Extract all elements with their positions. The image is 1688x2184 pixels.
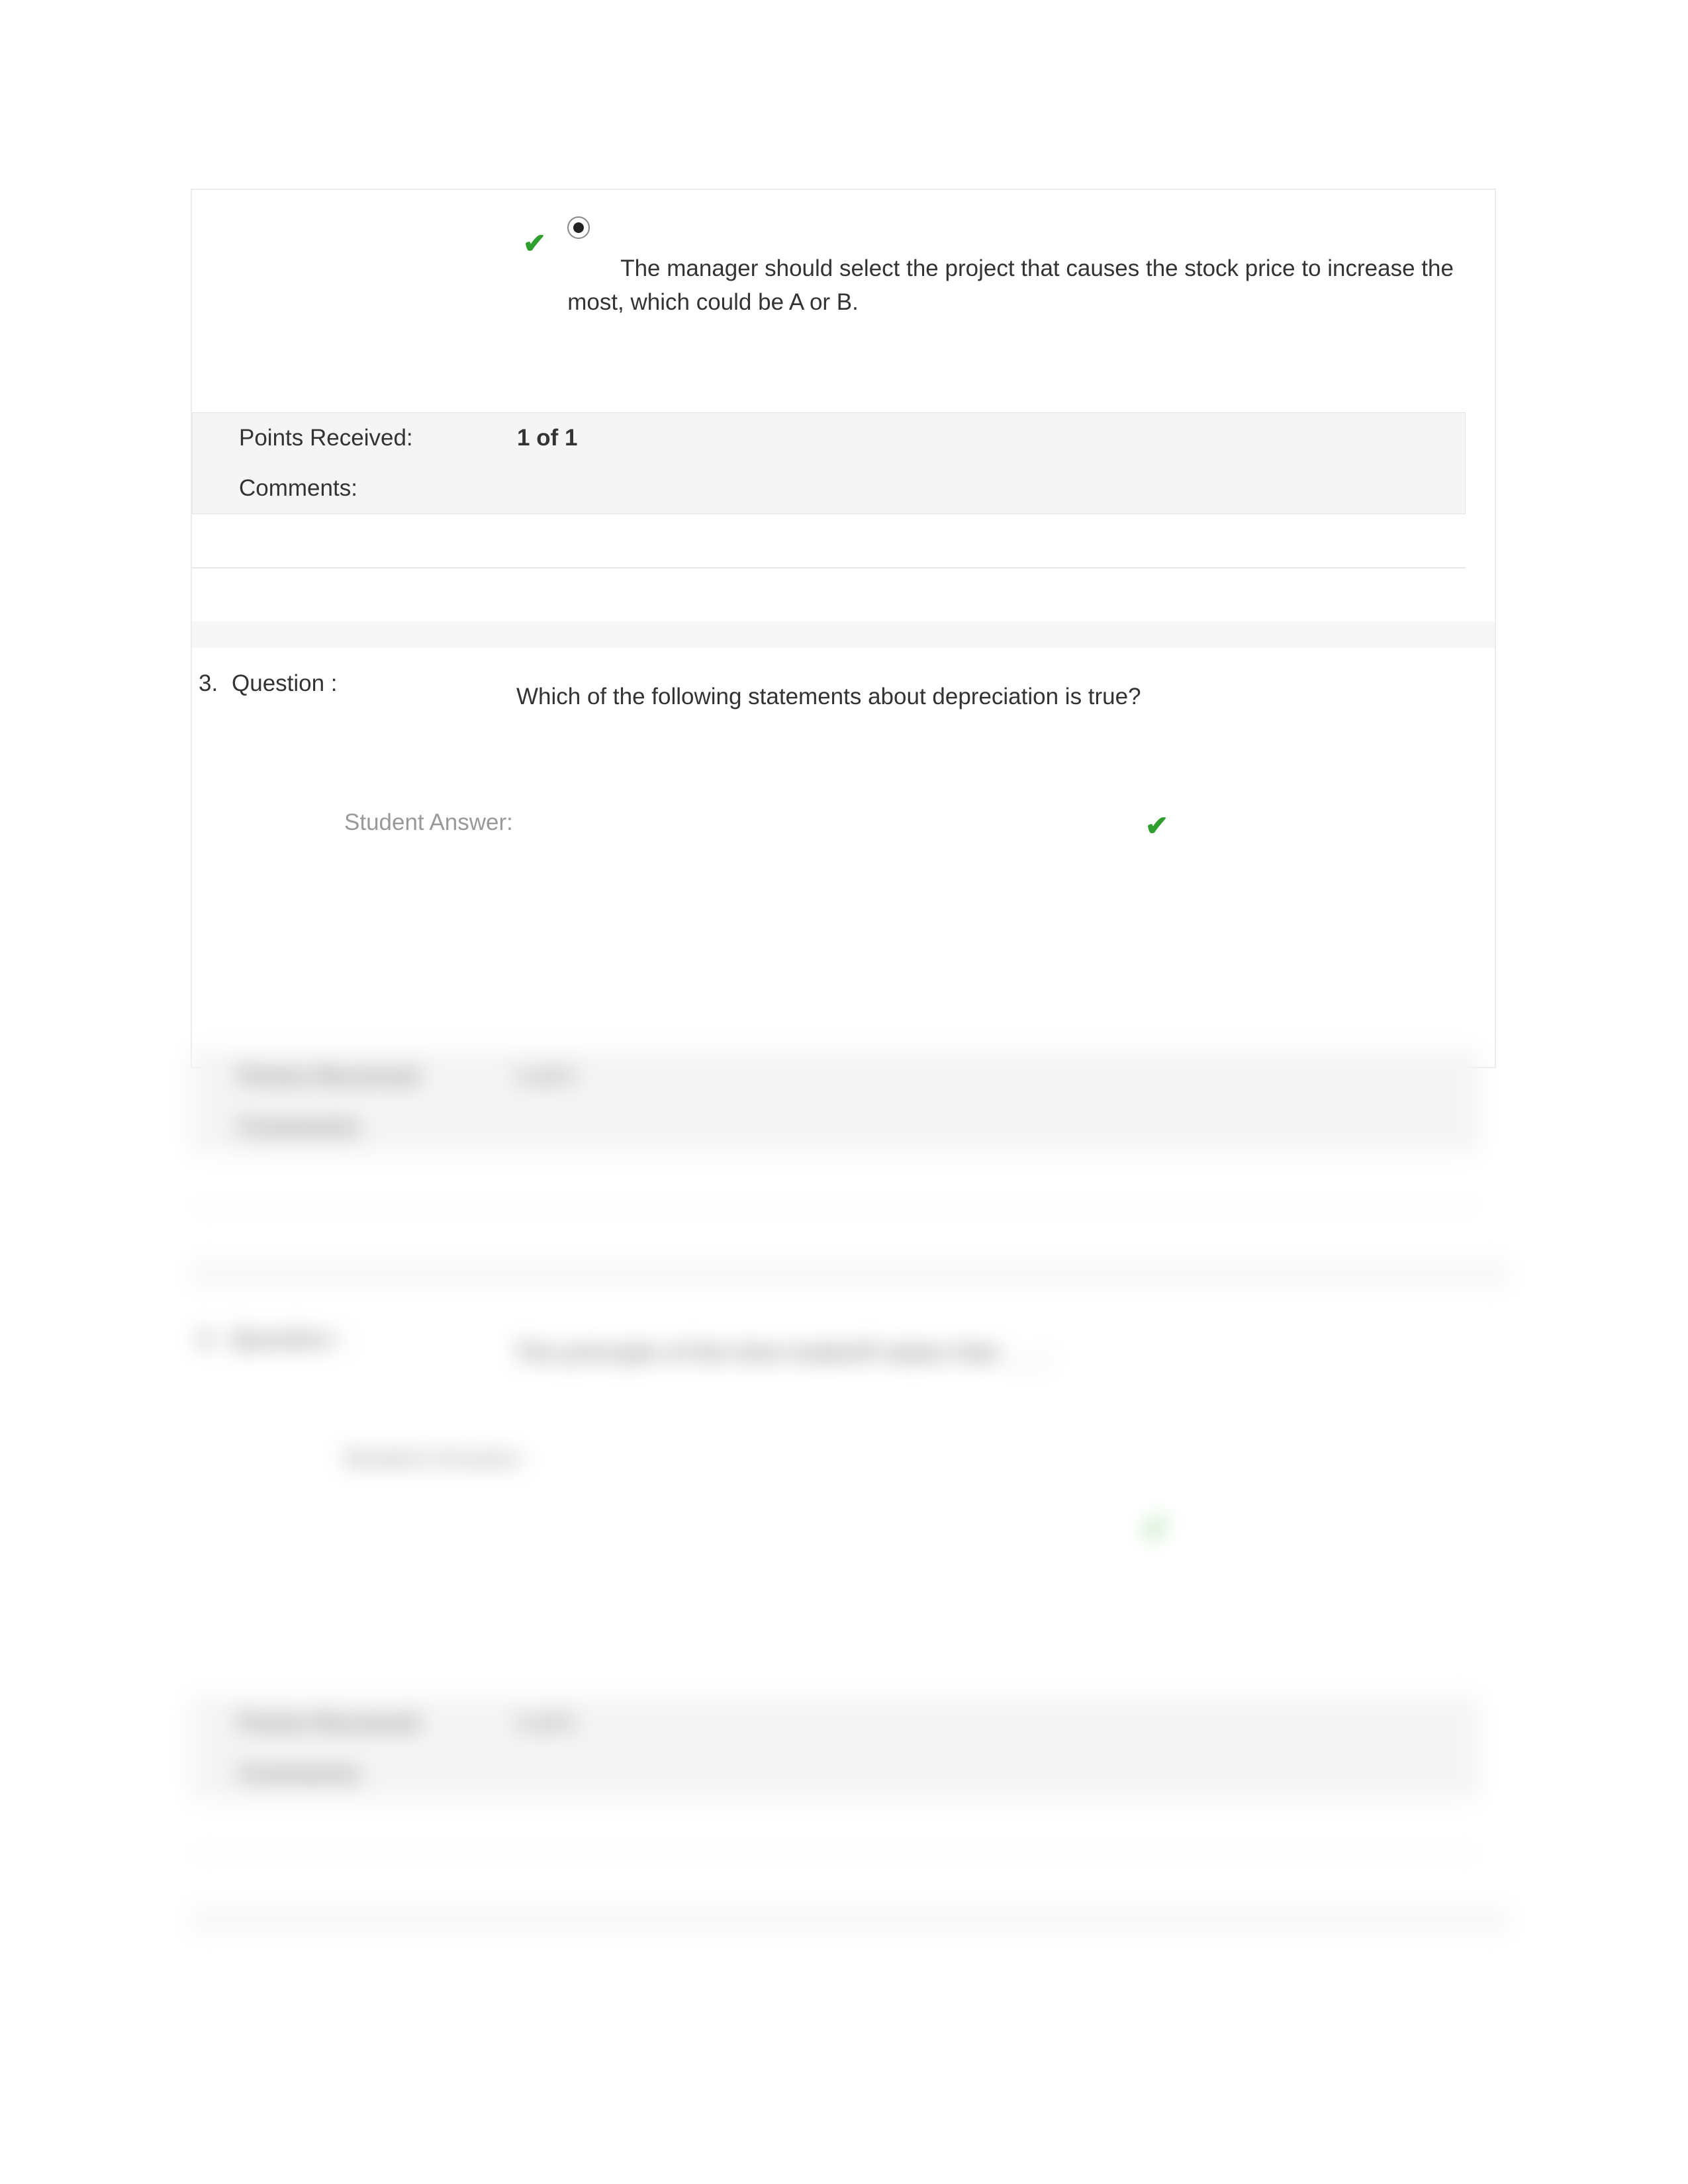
blurred-points-box-2: Points Received: 1 of 1 Comments: bbox=[191, 1698, 1479, 1799]
page-root: ✔ The manager should select the project … bbox=[0, 0, 1688, 2184]
blurred-question-header: 4. Question : The principle of the time … bbox=[191, 1313, 1508, 1366]
blurred-points-value-2: 1 of 1 bbox=[516, 1710, 576, 1737]
blurred-content-overlay: Points Received: 1 of 1 Comments: 4. Que… bbox=[191, 1051, 1508, 1951]
student-answer-label: Student Answer: bbox=[344, 809, 1105, 842]
points-received-value: 1 of 1 bbox=[517, 425, 577, 451]
blurred-comments-label-2: Comments: bbox=[238, 1760, 516, 1787]
question-header: 3. Question : Which of the following sta… bbox=[192, 648, 1495, 710]
question-text: Which of the following statements about … bbox=[516, 670, 1495, 710]
blurred-divider bbox=[191, 1206, 1479, 1207]
checkmark-icon: ✔ bbox=[1145, 810, 1168, 841]
comments-row: Comments: bbox=[193, 463, 1465, 514]
divider bbox=[192, 567, 1466, 569]
points-box: Points Received: 1 of 1 Comments: bbox=[192, 412, 1466, 514]
answer-row: ✔ The manager should select the project … bbox=[523, 216, 1468, 320]
question-label: Question : bbox=[232, 670, 516, 710]
blurred-points-row-2: Points Received: 1 of 1 bbox=[191, 1698, 1478, 1749]
answer-text: The manager should select the project th… bbox=[567, 252, 1468, 320]
block-separator bbox=[192, 621, 1495, 648]
checkmark-icon: ✔ bbox=[523, 216, 546, 257]
blurred-question-text: The principle of the time tradeoff state… bbox=[515, 1326, 1508, 1366]
answer-area: ✔ The manager should select the project … bbox=[192, 190, 1495, 412]
blurred-points-label-2: Points Received: bbox=[238, 1710, 516, 1737]
blurred-student-answer-row: Student Answer: ✔ bbox=[191, 1366, 1508, 1545]
blurred-comments-row: Comments: bbox=[191, 1102, 1478, 1152]
blurred-student-answer-label: Student Answer: bbox=[343, 1445, 1104, 1545]
question-2-answer-block: ✔ The manager should select the project … bbox=[192, 190, 1495, 648]
blurred-divider-2 bbox=[191, 1852, 1479, 1854]
question-3-block: 3. Question : Which of the following sta… bbox=[192, 648, 1495, 1067]
quiz-card: ✔ The manager should select the project … bbox=[191, 189, 1496, 1068]
blurred-separator bbox=[191, 1260, 1508, 1287]
checkmark-icon: ✔ bbox=[1144, 1512, 1168, 1545]
points-received-row: Points Received: 1 of 1 bbox=[193, 413, 1465, 463]
student-answer-row: Student Answer: ✔ bbox=[192, 710, 1495, 842]
comments-label: Comments: bbox=[239, 475, 517, 502]
points-received-label: Points Received: bbox=[239, 425, 517, 451]
student-answer-right: ✔ bbox=[1105, 809, 1466, 842]
question-number: 3. bbox=[192, 670, 232, 710]
blurred-comments-label: Comments: bbox=[238, 1114, 516, 1140]
spacer bbox=[191, 1545, 1508, 1698]
spacer bbox=[191, 1445, 343, 1545]
blurred-comments-row-2: Comments: bbox=[191, 1749, 1478, 1799]
spacer bbox=[192, 842, 1495, 1067]
blurred-question-number: 4. bbox=[191, 1326, 230, 1366]
answer-content: The manager should select the project th… bbox=[567, 216, 1468, 320]
blurred-question-label: Question : bbox=[230, 1326, 515, 1366]
spacer bbox=[192, 809, 344, 842]
radio-selected-icon bbox=[567, 216, 590, 239]
blurred-student-answer-right: ✔ bbox=[1104, 1445, 1479, 1545]
blurred-separator-2 bbox=[191, 1907, 1508, 1933]
